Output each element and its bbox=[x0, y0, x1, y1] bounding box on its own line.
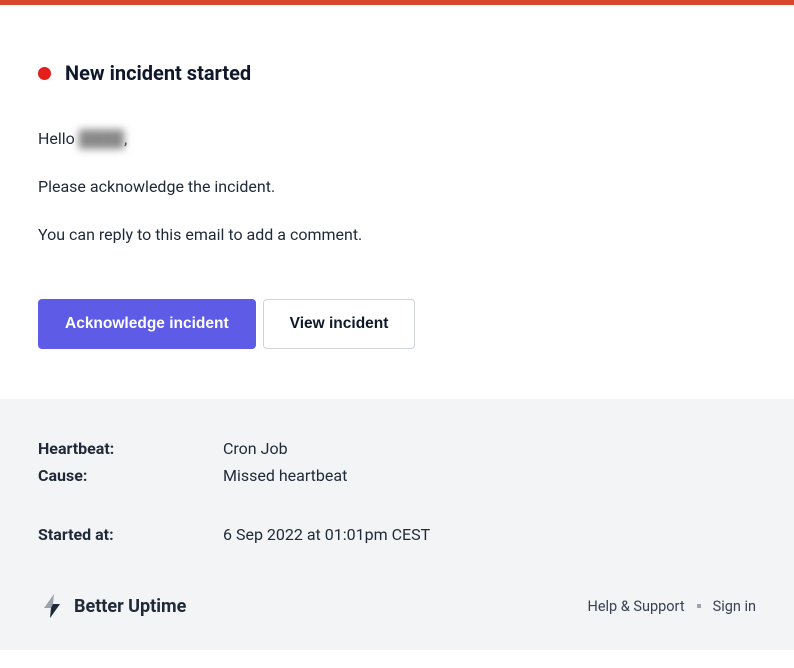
heartbeat-value: Cron Job bbox=[223, 439, 756, 458]
footer-row: Better Uptime Help & Support Sign in bbox=[38, 592, 756, 620]
heartbeat-label: Heartbeat: bbox=[38, 439, 223, 458]
main-content: New incident started Hello ████, Please … bbox=[0, 5, 794, 399]
page-title: New incident started bbox=[65, 61, 251, 85]
footer-links: Help & Support Sign in bbox=[587, 598, 756, 615]
brand: Better Uptime bbox=[38, 592, 186, 620]
greeting-prefix: Hello bbox=[38, 129, 79, 148]
body-line-reply: You can reply to this email to add a com… bbox=[38, 223, 756, 247]
cause-value: Missed heartbeat bbox=[223, 466, 756, 485]
view-incident-button[interactable]: View incident bbox=[263, 299, 416, 349]
started-at-value: 6 Sep 2022 at 01:01pm CEST bbox=[223, 525, 756, 544]
footer-separator-icon bbox=[697, 604, 701, 608]
greeting-name-redacted: ████ bbox=[79, 127, 124, 151]
status-dot-icon bbox=[38, 67, 51, 80]
details-spacer bbox=[38, 493, 756, 517]
action-buttons: Acknowledge incident View incident bbox=[38, 299, 756, 349]
cause-label: Cause: bbox=[38, 466, 223, 485]
acknowledge-incident-button[interactable]: Acknowledge incident bbox=[38, 299, 256, 349]
brand-name: Better Uptime bbox=[74, 596, 186, 617]
help-support-link[interactable]: Help & Support bbox=[587, 598, 684, 615]
brand-logo-icon bbox=[38, 592, 66, 620]
sign-in-link[interactable]: Sign in bbox=[713, 598, 756, 615]
started-at-label: Started at: bbox=[38, 525, 223, 544]
incident-header: New incident started bbox=[38, 61, 756, 85]
greeting-suffix: , bbox=[124, 129, 127, 148]
incident-details-section: Heartbeat: Cron Job Cause: Missed heartb… bbox=[0, 399, 794, 650]
greeting-line: Hello ████, bbox=[38, 127, 756, 151]
body-line-acknowledge: Please acknowledge the incident. bbox=[38, 175, 756, 199]
details-grid: Heartbeat: Cron Job Cause: Missed heartb… bbox=[38, 439, 756, 544]
